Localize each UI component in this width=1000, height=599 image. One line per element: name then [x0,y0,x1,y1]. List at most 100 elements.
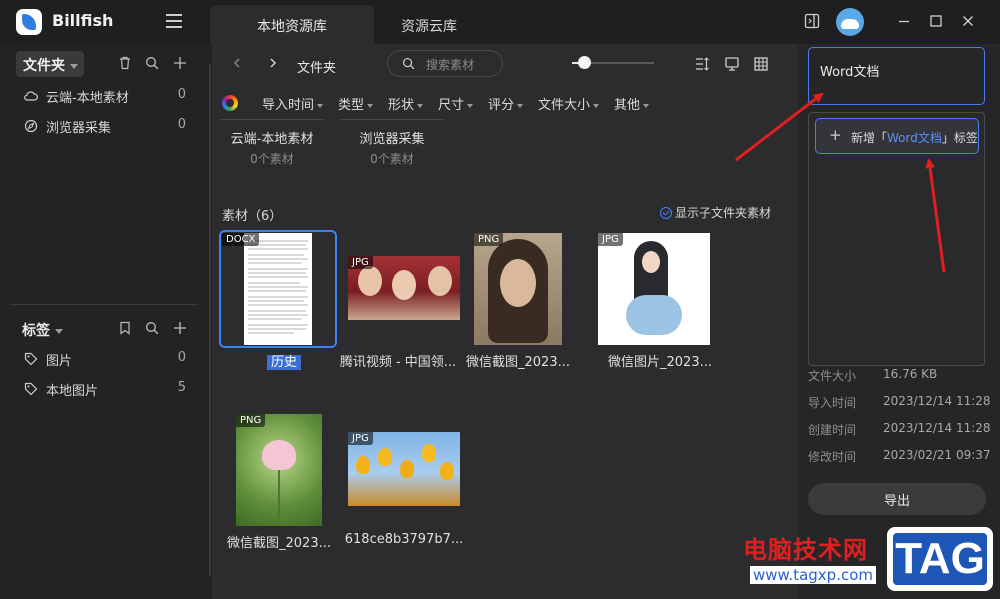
cloud-folder-icon [24,91,38,101]
sidebar-item-label: 云端-本地素材 [46,91,129,106]
sidebar-item-cloud-local[interactable]: 云端-本地素材 0 [24,84,190,108]
breadcrumb[interactable]: 文件夹 [297,57,336,76]
asset-thumbnail: PNG [236,414,322,526]
asset-thumbnail: DOCX [222,233,334,345]
add-tag-icon[interactable] [173,321,187,335]
sidebar-item-count: 0 [177,117,186,132]
filter-size[interactable]: 尺寸 [438,94,474,113]
trash-icon[interactable] [118,56,132,70]
filter-rating[interactable]: 评分 [488,94,524,113]
file-type-badge: PNG [236,414,266,427]
export-button[interactable]: 导出 [808,483,986,515]
meta-value: 2023/02/21 09:37 [883,448,991,462]
filter-type[interactable]: 类型 [338,94,374,113]
add-tag-suggestion[interactable]: + 新增「Word文档」标签 [815,118,979,154]
panel-resizer[interactable] [209,64,211,576]
asset-name: 历史 [222,351,346,370]
forward-arrow-icon[interactable] [268,58,278,68]
sidebar-item-tag-images[interactable]: 图片 0 [24,347,190,371]
app-name: Billfish [52,11,114,30]
suggestion-suffix: 」标签 [941,131,978,145]
maximize-icon[interactable] [928,13,944,29]
suggestion-prefix: 新增「 [851,131,888,145]
asset-card-png[interactable]: PNG 微信截图_2023... [222,414,346,564]
slider-knob[interactable] [578,56,592,69]
file-type-badge: JPG [348,256,373,269]
suggestion-highlight: Word文档 [887,131,942,145]
chevron-down-icon [317,103,324,108]
chevron-down-icon [467,103,474,108]
minimize-icon[interactable] [896,13,912,29]
meta-value: 2023/12/14 11:28 [883,421,991,435]
chevron-down-icon [643,103,650,108]
asset-name: 腾讯视频 - 中国领... [339,355,457,370]
search-icon[interactable] [145,321,159,335]
chevron-down-icon [517,103,524,108]
grid-view-icon[interactable] [753,56,769,72]
assets-title: 素材（6） [222,209,283,224]
subfolder-cover [220,119,324,120]
suggestion-text: 新增「Word文档」标签 [851,129,978,146]
asset-card-png[interactable]: PNG 微信截图_2023... [450,233,574,383]
filter-label: 形状 [388,98,415,113]
show-subfolder-toggle[interactable]: 显示子文件夹素材 [660,204,771,221]
back-arrow-icon[interactable] [232,58,242,68]
meta-key: 导入时间 [808,396,857,410]
tag-section-button[interactable]: 标签 [22,320,63,340]
check-circle-icon [660,207,672,219]
chevron-down-icon [55,328,63,334]
watermark-url: www.tagxp.com [750,566,876,584]
watermark-logo-text: TAG [893,533,987,585]
watermark-logo: TAG [887,527,993,591]
asset-card-docx[interactable]: DOCX 历史 [219,230,346,383]
billfish-logo-icon [16,9,42,35]
subfolder-card[interactable]: 云端-本地素材 0个素材 [220,119,324,167]
asset-name: 微信截图_2023... [466,355,570,370]
file-type-badge: DOCX [222,233,260,246]
sidebar-item-count: 5 [177,380,186,395]
tag-input[interactable]: Word文档 [808,47,985,105]
tag-input-value: Word文档 [820,65,880,80]
asset-thumbnail: PNG [474,233,562,345]
asset-card-jpg[interactable]: JPG 腾讯视频 - 中国领... [336,233,460,383]
asset-name: 微信截图_2023... [227,536,331,551]
color-filter-icon[interactable] [222,95,238,111]
user-avatar[interactable] [836,8,864,36]
bookmark-icon[interactable] [118,321,132,335]
thumbnail-size-slider[interactable] [572,56,654,69]
add-folder-icon[interactable] [173,56,187,70]
meta-key: 创建时间 [808,423,857,437]
monitor-view-icon[interactable] [724,56,740,72]
filter-label: 导入时间 [262,98,315,113]
sidebar-divider[interactable] [10,304,198,305]
file-type-badge: JPG [348,432,373,445]
close-icon[interactable] [960,13,976,29]
asset-thumbnail: JPG [348,432,460,506]
filter-shape[interactable]: 形状 [388,94,424,113]
tab-cloud-library[interactable]: 资源云库 [374,5,484,44]
filter-import-time[interactable]: 导入时间 [262,94,324,113]
meta-key: 文件大小 [808,369,857,383]
sidebar-item-count: 0 [177,87,186,102]
sort-icon[interactable] [694,56,710,72]
sidebar-item-tag-local-images[interactable]: 本地图片 5 [24,377,190,401]
asset-card-jpg[interactable]: JPG 618ce8b3797b7... [336,414,463,564]
tag-suggestion-dropdown: + 新增「Word文档」标签 [808,112,985,366]
filter-label: 其他 [614,98,641,113]
filter-other[interactable]: 其他 [614,94,650,113]
subfolder-card[interactable]: 浏览器采集 0个素材 [340,119,444,167]
sidebar-item-browser-collect[interactable]: 浏览器采集 0 [24,114,190,138]
filter-file-size[interactable]: 文件大小 [538,94,600,113]
show-subfolder-label: 显示子文件夹素材 [675,206,772,220]
search-input[interactable]: 搜索素材 [387,50,503,77]
hamburger-menu-icon[interactable] [166,14,182,28]
sidebar-toggle-icon[interactable] [804,13,820,29]
asset-card-jpg[interactable]: JPG 微信图片_2023... [588,233,712,383]
search-icon[interactable] [145,56,159,70]
meta-key: 修改时间 [808,450,857,464]
folder-section-button[interactable]: 文件夹 [16,51,84,77]
sidebar-item-label: 图片 [46,354,73,369]
tab-local-library[interactable]: 本地资源库 [210,5,374,44]
chevron-down-icon [417,103,424,108]
sidebar-item-label: 本地图片 [46,384,99,399]
